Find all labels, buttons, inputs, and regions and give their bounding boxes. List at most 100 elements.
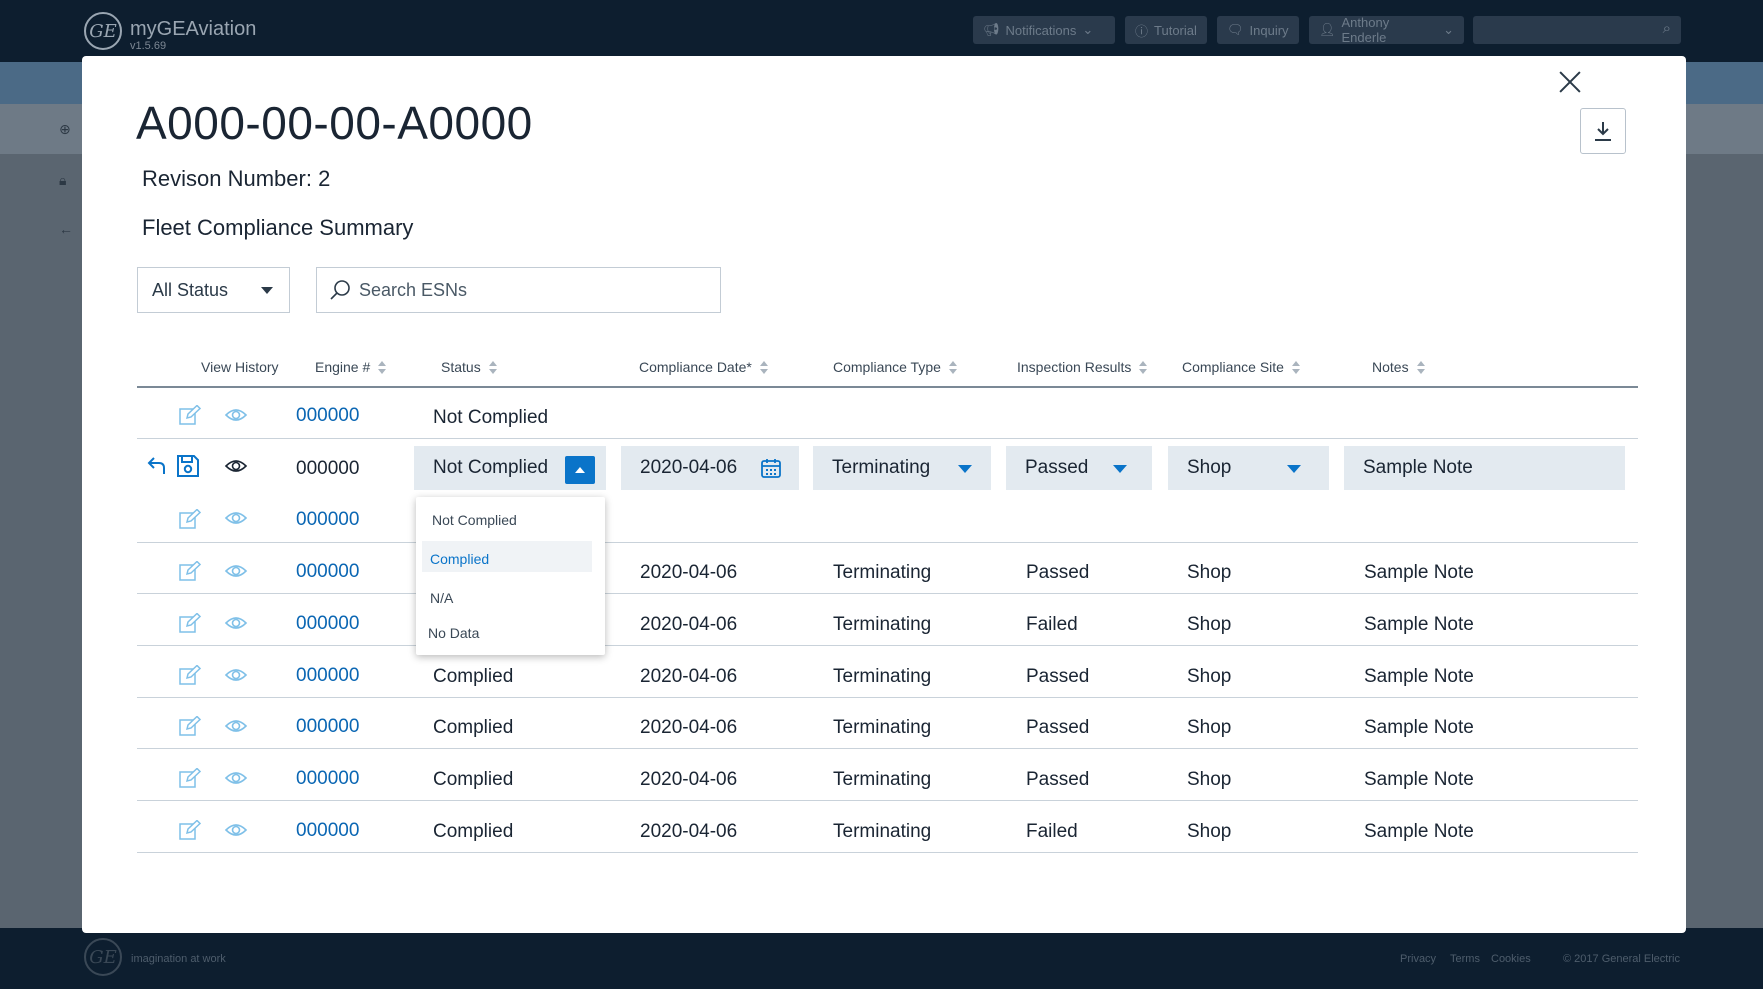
sort-icon[interactable] [488,360,497,374]
compliance-date-picker[interactable]: 2020-04-06 [621,446,799,490]
engine-link[interactable]: 000000 [296,716,359,738]
search-icon [330,280,350,300]
compliance-type-select[interactable]: Terminating [813,446,991,490]
footer-privacy-link[interactable]: Privacy [1400,953,1436,965]
status-select[interactable]: Not Complied [414,446,606,490]
col-status[interactable]: Status [441,359,497,375]
compliance-type-text: Terminating [833,769,932,790]
sort-icon[interactable] [1139,360,1148,374]
engine-link[interactable]: 000000 [296,768,359,790]
footer-cookies-link[interactable]: Cookies [1491,953,1531,965]
col-engine[interactable]: Engine # [315,359,387,375]
status-text: Complied [433,821,514,842]
view-icon[interactable] [224,405,248,425]
col-view-history: View History [201,359,279,375]
modal-title: A000-00-00-A0000 [136,97,533,149]
download-button[interactable] [1580,108,1626,154]
compliance-type-text: Terminating [833,666,932,687]
sort-icon[interactable] [948,360,957,374]
undo-icon[interactable] [147,455,167,475]
header-divider [137,386,1638,388]
user-menu-button[interactable]: 👤︎ Anthony Enderle ⌄ [1309,15,1464,45]
sort-icon[interactable] [1291,360,1300,374]
view-icon[interactable] [224,508,248,528]
tutorial-label: Tutorial [1154,22,1197,38]
view-icon[interactable] [224,716,248,736]
sort-icon[interactable] [378,360,387,374]
notes-field[interactable]: Sample Note [1344,446,1625,490]
edit-icon[interactable] [179,405,203,425]
lock-icon: 🔒︎ [59,172,67,188]
row-divider [137,748,1638,749]
status-text: Complied [433,666,514,687]
view-icon[interactable] [224,456,248,476]
edit-icon[interactable] [179,768,203,788]
dropdown-option-na[interactable]: N/A [430,590,453,606]
view-icon[interactable] [224,561,248,581]
engine-link[interactable]: 000000 [296,405,359,427]
compliance-site-text: Shop [1187,666,1232,687]
compliance-site-text: Shop [1187,821,1232,842]
dropdown-option-complied[interactable]: Complied [430,551,489,567]
compliance-type-value: Terminating [832,457,931,478]
ge-footer-logo: GE [84,938,122,976]
engine-link[interactable]: 000000 [296,561,359,583]
view-icon[interactable] [224,665,248,685]
engine-link[interactable]: 000000 [296,613,359,635]
row-divider [137,542,1638,543]
status-filter-select[interactable]: All Status [137,267,290,313]
save-icon[interactable] [176,454,200,478]
tutorial-button[interactable]: ⓘ Tutorial [1125,16,1207,44]
edit-icon[interactable] [179,820,203,840]
search-esn-input[interactable] [357,278,701,302]
chevron-down-icon: ⌄ [1443,22,1454,37]
col-compliance-site[interactable]: Compliance Site [1182,359,1300,375]
edit-icon[interactable] [179,716,203,736]
engine-link[interactable]: 000000 [296,820,359,842]
back-arrow-icon[interactable]: ← [59,221,73,237]
chat-icon: 🗨︎ [1227,22,1244,37]
edit-icon[interactable] [179,665,203,685]
notifications-button[interactable]: 📢︎ Notifications ⌄ [973,16,1115,44]
view-icon[interactable] [224,613,248,633]
calendar-icon[interactable] [761,458,781,478]
dropdown-option-not-complied[interactable]: Not Complied [432,512,517,528]
user-name: Anthony Enderle [1341,15,1390,45]
engine-link[interactable]: 000000 [296,509,359,531]
close-icon[interactable] [1558,70,1582,94]
footer-copyright: © 2017 General Electric [1563,953,1680,965]
app-name: myGEAviation [130,18,257,40]
col-inspection-results[interactable]: Inspection Results [1017,359,1148,375]
search-esn-field[interactable] [316,267,721,313]
plus-icon[interactable]: ⊕ [59,121,71,138]
global-search-input[interactable]: ⌕ [1473,16,1681,44]
inspection-result-select[interactable]: Passed [1006,446,1152,490]
col-compliance-date[interactable]: Compliance Date* [639,359,768,375]
compliance-date-text: 2020-04-06 [640,666,738,687]
compliance-site-select[interactable]: Shop [1168,446,1329,490]
inspection-result-text: Passed [1026,717,1090,738]
footer-terms-link[interactable]: Terms [1450,953,1480,965]
compliance-site-text: Shop [1187,562,1232,583]
edit-icon[interactable] [179,509,203,529]
dropdown-option-no-data[interactable]: No Data [428,625,479,641]
caret-up-icon[interactable] [565,456,595,484]
row-divider [137,852,1638,853]
sort-icon[interactable] [759,360,768,374]
engine-link[interactable]: 000000 [296,665,359,687]
edit-icon[interactable] [179,561,203,581]
inquiry-button[interactable]: 🗨︎ Inquiry [1217,16,1299,44]
inquiry-label: Inquiry [1249,22,1289,38]
inspection-result-value: Passed [1025,457,1089,478]
row-divider [137,593,1638,594]
notes-value: Sample Note [1363,457,1473,478]
compliance-type-text: Terminating [833,821,932,842]
col-notes[interactable]: Notes [1372,359,1425,375]
col-compliance-type[interactable]: Compliance Type [833,359,957,375]
row-divider [137,645,1638,646]
edit-icon[interactable] [179,613,203,633]
compliance-date-text: 2020-04-06 [640,769,738,790]
view-icon[interactable] [224,820,248,840]
view-icon[interactable] [224,768,248,788]
sort-icon[interactable] [1416,360,1425,374]
